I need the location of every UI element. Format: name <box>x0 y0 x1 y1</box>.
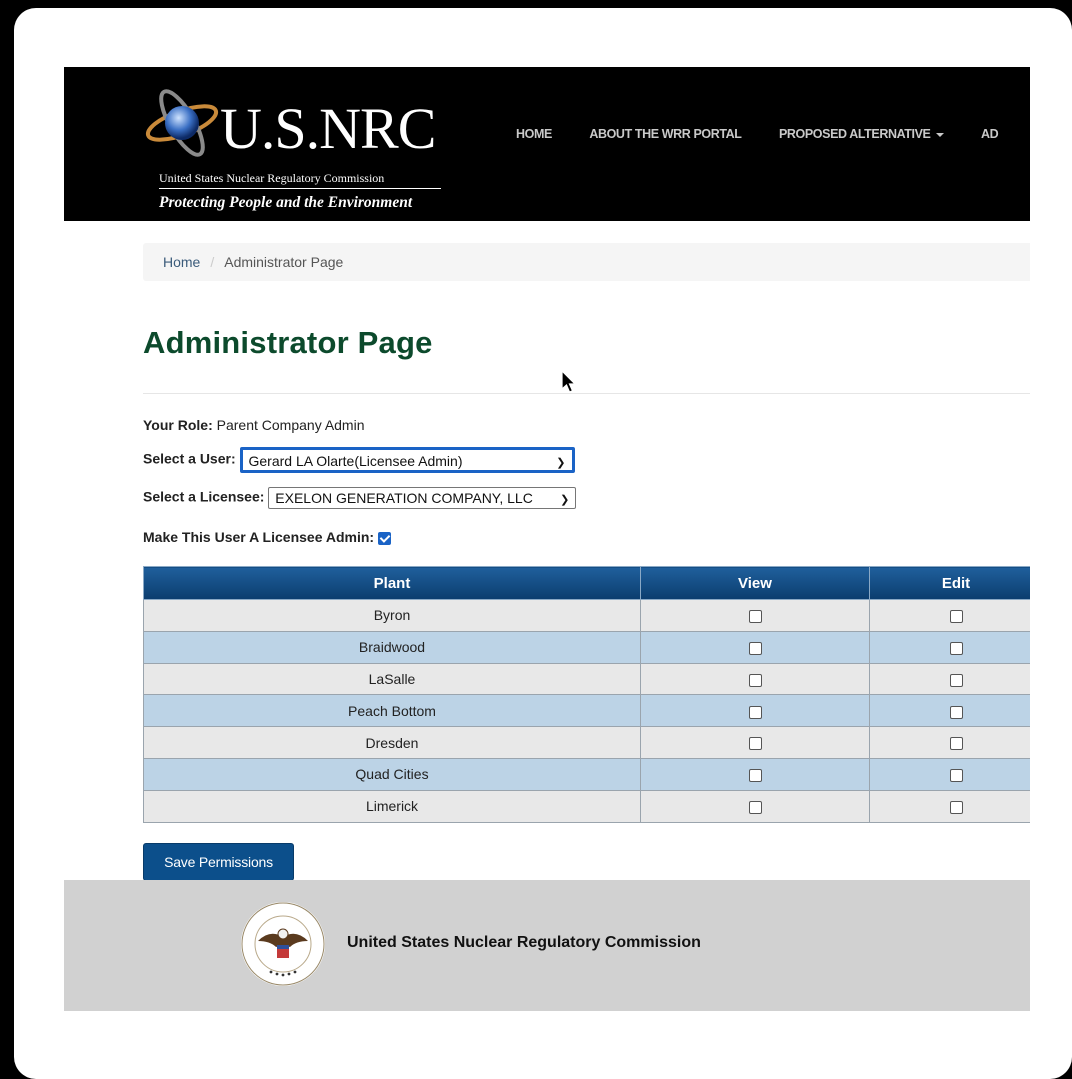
edit-checkbox[interactable] <box>949 705 963 719</box>
table-header-row: Plant View Edit <box>143 566 1030 600</box>
browser-viewport: U.S.NRC United States Nuclear Regulatory… <box>64 67 1030 1011</box>
logo-wordmark: U.S.NRC <box>220 96 436 161</box>
view-checkbox[interactable] <box>748 769 762 783</box>
title-divider <box>143 393 1030 394</box>
user-select-value: Gerard LA Olarte(Licensee Admin) <box>248 453 463 469</box>
breadcrumb-separator: / <box>210 254 215 270</box>
plant-name: Quad Cities <box>143 757 641 791</box>
logo-subtitle: United States Nuclear Regulatory Commiss… <box>159 171 385 185</box>
table-row: Dresden <box>143 726 1030 759</box>
view-cell <box>640 757 870 791</box>
view-checkbox[interactable] <box>748 737 762 751</box>
nrc-logo[interactable]: U.S.NRC United States Nuclear Regulatory… <box>142 85 452 211</box>
site-footer: United States Nuclear Regulatory Commiss… <box>64 880 1030 1011</box>
edit-cell <box>869 662 1030 696</box>
view-cell <box>640 599 870 632</box>
licensee-label: Select a Licensee: <box>143 488 265 505</box>
licensee-admin-label: Make This User A Licensee Admin: <box>143 529 375 545</box>
view-checkbox[interactable] <box>748 610 762 624</box>
edit-checkbox[interactable] <box>949 610 963 624</box>
licensee-select-value: EXELON GENERATION COMPANY, LLC <box>275 490 533 506</box>
plant-name: LaSalle <box>143 662 641 696</box>
edit-cell <box>869 630 1030 664</box>
role-label: Your Role: <box>143 417 213 433</box>
user-select[interactable]: Gerard LA Olarte(Licensee Admin) ❯ <box>239 447 575 473</box>
save-permissions-button[interactable]: Save Permissions <box>143 843 294 881</box>
table-row: Limerick <box>143 789 1030 823</box>
screen-frame: U.S.NRC United States Nuclear Regulatory… <box>14 8 1072 1079</box>
view-cell <box>640 630 870 664</box>
edit-cell <box>869 726 1030 759</box>
table-row: Byron <box>143 599 1030 632</box>
view-cell <box>640 694 870 728</box>
footer-title: United States Nuclear Regulatory Commiss… <box>347 934 701 951</box>
edit-checkbox[interactable] <box>949 769 963 783</box>
view-checkbox[interactable] <box>748 800 762 814</box>
mouse-cursor-icon <box>561 370 577 393</box>
permissions-table: Plant View Edit Byron Braidwood LaSalle … <box>143 566 1030 823</box>
table-row: LaSalle <box>143 662 1030 696</box>
nrc-seal-icon <box>241 902 325 986</box>
plant-name: Dresden <box>143 726 641 759</box>
licensee-admin-row: Make This User A Licensee Admin: <box>143 529 391 545</box>
plant-name: Limerick <box>143 789 641 823</box>
nav-proposed-label: PROPOSED ALTERNATIVE <box>778 127 931 141</box>
nav-item-truncated[interactable]: AD <box>981 127 999 141</box>
view-cell <box>640 789 870 823</box>
breadcrumb-current: Administrator Page <box>224 254 344 270</box>
edit-cell <box>869 694 1030 728</box>
site-header: U.S.NRC United States Nuclear Regulatory… <box>64 67 1030 221</box>
licensee-select[interactable]: EXELON GENERATION COMPANY, LLC ❯ <box>268 487 577 509</box>
role-value: Parent Company Admin <box>216 417 365 433</box>
column-header-view: View <box>640 566 870 600</box>
role-row: Your Role: Parent Company Admin <box>143 417 365 433</box>
edit-checkbox[interactable] <box>949 673 963 687</box>
table-row: Peach Bottom <box>143 694 1030 728</box>
main-nav: HOME ABOUT THE WRR PORTAL PROPOSED ALTER… <box>516 125 1030 145</box>
nav-home[interactable]: HOME <box>516 127 552 141</box>
chevron-down-icon: ❯ <box>556 457 566 469</box>
view-cell <box>640 726 870 759</box>
logo-divider <box>159 188 441 189</box>
licensee-row: Select a Licensee: EXELON GENERATION COM… <box>143 487 577 509</box>
edit-checkbox[interactable] <box>949 800 963 814</box>
caret-down-icon <box>935 132 944 137</box>
column-header-plant: Plant <box>143 566 641 600</box>
breadcrumb-home-link[interactable]: Home <box>163 254 200 270</box>
edit-checkbox[interactable] <box>949 641 963 655</box>
column-header-edit: Edit <box>869 566 1030 600</box>
view-checkbox[interactable] <box>748 673 762 687</box>
table-row: Braidwood <box>143 630 1030 664</box>
page-title: Administrator Page <box>143 325 433 360</box>
licensee-admin-checkbox[interactable] <box>377 531 391 545</box>
view-checkbox[interactable] <box>748 641 762 655</box>
edit-cell <box>869 789 1030 823</box>
view-checkbox[interactable] <box>748 705 762 719</box>
edit-checkbox[interactable] <box>949 737 963 751</box>
table-row: Quad Cities <box>143 757 1030 791</box>
atom-logo-icon <box>145 89 219 157</box>
nav-proposed-alternative[interactable]: PROPOSED ALTERNATIVE <box>779 127 944 141</box>
plant-name: Peach Bottom <box>143 694 641 728</box>
edit-cell <box>869 599 1030 632</box>
user-row: Select a User: Gerard LA Olarte(Licensee… <box>143 447 575 473</box>
view-cell <box>640 662 870 696</box>
plant-name: Braidwood <box>143 630 641 664</box>
logo-tagline: Protecting People and the Environment <box>159 194 413 211</box>
breadcrumb: Home / Administrator Page <box>143 243 1030 281</box>
user-label: Select a User: <box>143 450 236 467</box>
edit-cell <box>869 757 1030 791</box>
nav-about-wrr-portal[interactable]: ABOUT THE WRR PORTAL <box>589 127 742 141</box>
chevron-down-icon: ❯ <box>560 494 570 506</box>
plant-name: Byron <box>143 599 641 632</box>
